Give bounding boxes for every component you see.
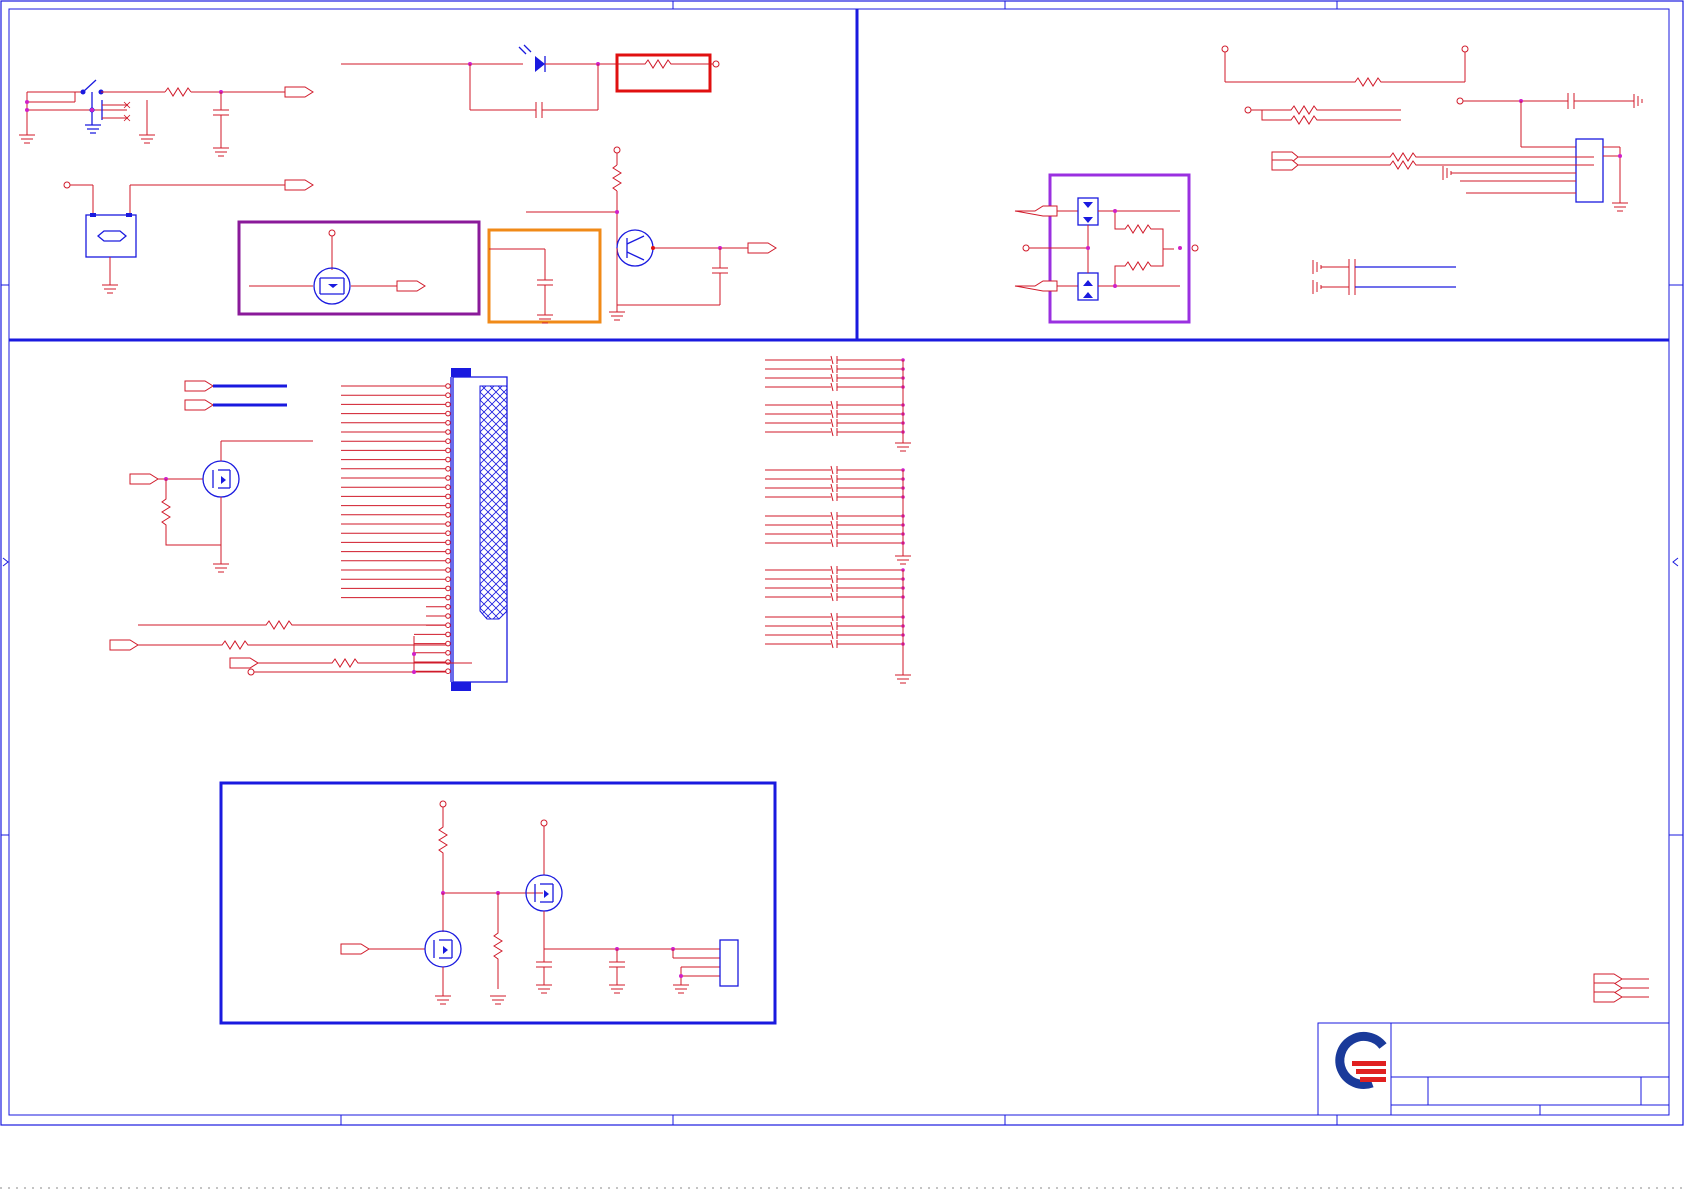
connector-pin (445, 567, 451, 573)
connector-pin (445, 438, 451, 445)
mosfet-driver-circuit (129, 440, 313, 573)
capacitor-symbol (830, 592, 834, 602)
capacitor-symbol (830, 465, 834, 475)
switch-symbol (80, 79, 131, 125)
ground-symbol (895, 555, 911, 565)
red-highlight-box (615, 53, 712, 93)
capacitor-symbol (830, 520, 834, 530)
capacitor-symbol (830, 474, 834, 484)
oscillator-circuit (63, 179, 314, 294)
led-symbol (518, 44, 546, 72)
ground-symbol (895, 674, 911, 684)
capacitor-symbol (830, 565, 834, 575)
ground-symbol (895, 442, 911, 452)
connector-pin (445, 484, 451, 491)
transistor-circuit (526, 146, 777, 321)
capacitor-symbol (830, 364, 834, 374)
connector-symbol (1575, 138, 1604, 203)
connector-pin (445, 466, 451, 472)
connector-pin (445, 502, 451, 509)
capacitor-symbol (830, 409, 834, 419)
resistor-symbol (164, 87, 192, 97)
connector-pin (445, 659, 451, 665)
connector-pin (445, 512, 451, 518)
mosfet-symbol (424, 930, 462, 968)
capacitor-symbol (830, 355, 834, 365)
capacitor-symbol (830, 574, 834, 584)
connector-pin (445, 650, 451, 656)
capacitor-symbol (830, 583, 834, 593)
connector-pin (445, 530, 451, 537)
bus-ports (184, 380, 287, 411)
net-port (284, 86, 314, 98)
connector-pin (445, 475, 451, 481)
connector-pin (445, 668, 451, 675)
capacitor-banks (765, 355, 911, 684)
led-circuit (341, 44, 720, 118)
purple-highlight-box (237, 220, 481, 316)
connector-pin (445, 420, 451, 426)
connector-pin (445, 447, 451, 454)
capacitor-symbol (830, 639, 834, 649)
connector-pin (445, 613, 451, 619)
capacitor-symbol (830, 492, 834, 502)
connector-pin (445, 576, 451, 583)
connector-pin (445, 631, 451, 638)
company-logo (1335, 1032, 1387, 1089)
violet-highlight-box (1014, 173, 1199, 324)
connector-pin (445, 594, 451, 601)
connector-bottom-signals (109, 620, 472, 676)
page-frame (0, 0, 1685, 1189)
connector-pin (445, 493, 451, 500)
connector-pin (445, 622, 451, 629)
ground-symbol (102, 284, 118, 294)
capacitor-symbol (213, 109, 229, 116)
transistor-symbol (616, 229, 654, 267)
connector-pin (445, 585, 451, 592)
connector-pin (445, 548, 451, 555)
capacitor-symbol (830, 612, 834, 622)
capacitor-symbol (830, 511, 834, 521)
mosfet-symbol (313, 267, 351, 305)
power-switch-circuit (19, 79, 314, 157)
connector-pin (445, 429, 451, 435)
connector-pin (445, 521, 451, 527)
connector-pin-wires (341, 385, 446, 672)
title-block (1317, 1022, 1670, 1116)
orange-highlight-box (487, 228, 602, 324)
capacitor-symbol (830, 400, 834, 410)
connector-symbol (85, 214, 137, 258)
connector-pin (445, 392, 451, 399)
connector-pin (445, 539, 451, 546)
connector-pin (445, 401, 451, 408)
fpc-connector (445, 368, 508, 691)
capacitor-symbol (830, 483, 834, 493)
connector-symbol (719, 939, 739, 987)
blue-highlight-box (219, 781, 777, 1025)
capacitor-symbol (830, 427, 834, 437)
capacitor-symbol (830, 630, 834, 640)
top-right-circuit (1221, 45, 1643, 295)
capacitor-symbol (830, 382, 834, 392)
capacitor-symbol (830, 373, 834, 383)
connector-pin (445, 640, 451, 647)
connector-pin (445, 604, 451, 610)
capacitor-symbol (830, 621, 834, 631)
capacitor-symbol (830, 529, 834, 539)
net-port (284, 179, 314, 191)
capacitor-symbol (830, 538, 834, 548)
mosfet-symbol (202, 460, 240, 498)
off-page-ports (1593, 973, 1649, 1003)
connector-pin (445, 456, 451, 463)
ground-symbol (19, 100, 229, 157)
connector-pin (445, 383, 451, 389)
connector-pin (445, 558, 451, 564)
capacitor-symbol (830, 418, 834, 428)
connector-pin (445, 410, 451, 417)
schematic-sheet (0, 0, 1685, 1189)
